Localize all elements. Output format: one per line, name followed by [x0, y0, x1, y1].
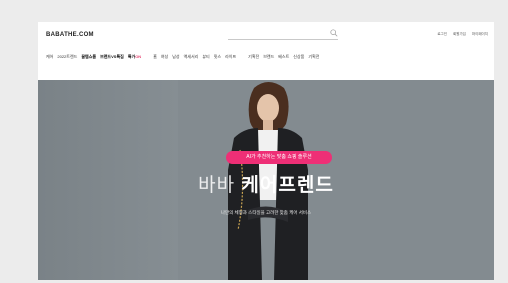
nav-item-label: 신상품: [293, 54, 305, 59]
nav-item[interactable]: 여성: [161, 54, 168, 60]
nav-item-label: 케어: [46, 54, 54, 59]
nav-item-label: 여성: [160, 54, 169, 59]
nav-item-label: 남성: [172, 54, 180, 59]
nav-item[interactable]: 2022트렌드: [57, 54, 77, 60]
nav-item[interactable]: 특가ON: [128, 54, 141, 60]
nav-item-label: 홈: [153, 54, 157, 59]
nav-item-label: 베스트: [278, 54, 290, 59]
nav-item-label: 2022트렌드: [57, 54, 78, 59]
search-icon[interactable]: [330, 29, 338, 37]
nav-item[interactable]: 브랜드VS특집: [100, 54, 124, 60]
nav-badge: ON: [135, 54, 142, 59]
nav-item[interactable]: 홈: [153, 54, 157, 60]
nav-item-label: 브랜드: [263, 54, 275, 59]
site-logo[interactable]: BABATHE.COM: [46, 32, 94, 38]
nav-item[interactable]: 브랜드: [263, 54, 274, 60]
nav-item[interactable]: 신상품: [293, 54, 304, 60]
promo-pill: AI가 추천하는 맞춤 쇼핑 솔루션: [226, 151, 332, 164]
nav-item[interactable]: 기획전: [308, 54, 319, 60]
search-input[interactable]: [228, 29, 338, 40]
headline-title: 케어프렌드: [241, 175, 334, 196]
nav-item[interactable]: 라이프: [225, 54, 236, 60]
nav-item-label: 뷰티: [202, 54, 210, 59]
nav-item[interactable]: 남성: [172, 54, 179, 60]
nav-item[interactable]: 베스트: [278, 54, 289, 60]
nav-item[interactable]: 뷰티: [202, 54, 209, 60]
nav-item-label: 꿀템쇼룸: [81, 54, 97, 59]
top-bar: BABATHE.COM 로그인 회원가입 마이페이지: [38, 22, 494, 48]
nav-item[interactable]: 핏스: [214, 54, 221, 60]
login-link[interactable]: 로그인: [437, 32, 447, 37]
nav-item[interactable]: 기획전: [248, 54, 259, 60]
nav-item-label: 라이프: [225, 54, 237, 59]
nav-item-label: 기획전: [308, 54, 320, 59]
nav-item-label: 핏스: [213, 54, 222, 59]
hero-headline: 바바 케어프렌드: [38, 170, 494, 197]
nav-item-label: 액세서리: [183, 54, 199, 59]
nav-item-label: 기획전: [248, 54, 260, 59]
main-nav: 케어 2022트렌드 꿀템쇼룸 브랜드VS특집 특가ON 홈 여성 남성 액세서리 뷰티 핏스 라이프…: [38, 48, 494, 66]
headline-brand: 바바: [198, 175, 236, 196]
nav-item[interactable]: 케어: [46, 54, 53, 60]
browser-page: BABATHE.COM 로그인 회원가입 마이페이지 케어 2022트렌드 꿀템쇼룸…: [38, 22, 494, 280]
nav-item-label: 브랜드VS특집: [100, 54, 124, 59]
signup-link[interactable]: 회원가입: [453, 32, 466, 37]
nav-item[interactable]: 꿀템쇼룸: [81, 54, 96, 60]
mypage-link[interactable]: 마이페이지: [472, 32, 488, 37]
hero-banner[interactable]: AI가 추천하는 맞춤 쇼핑 솔루션 바바 케어프렌드 나만의 체형과 스타일을…: [38, 80, 494, 280]
nav-item[interactable]: 액세서리: [184, 54, 199, 60]
utility-links: 로그인 회원가입 마이페이지: [437, 32, 488, 37]
hero-subtext: 나만의 체형과 스타일을 고려한 맞춤 케어 서비스: [220, 210, 312, 215]
